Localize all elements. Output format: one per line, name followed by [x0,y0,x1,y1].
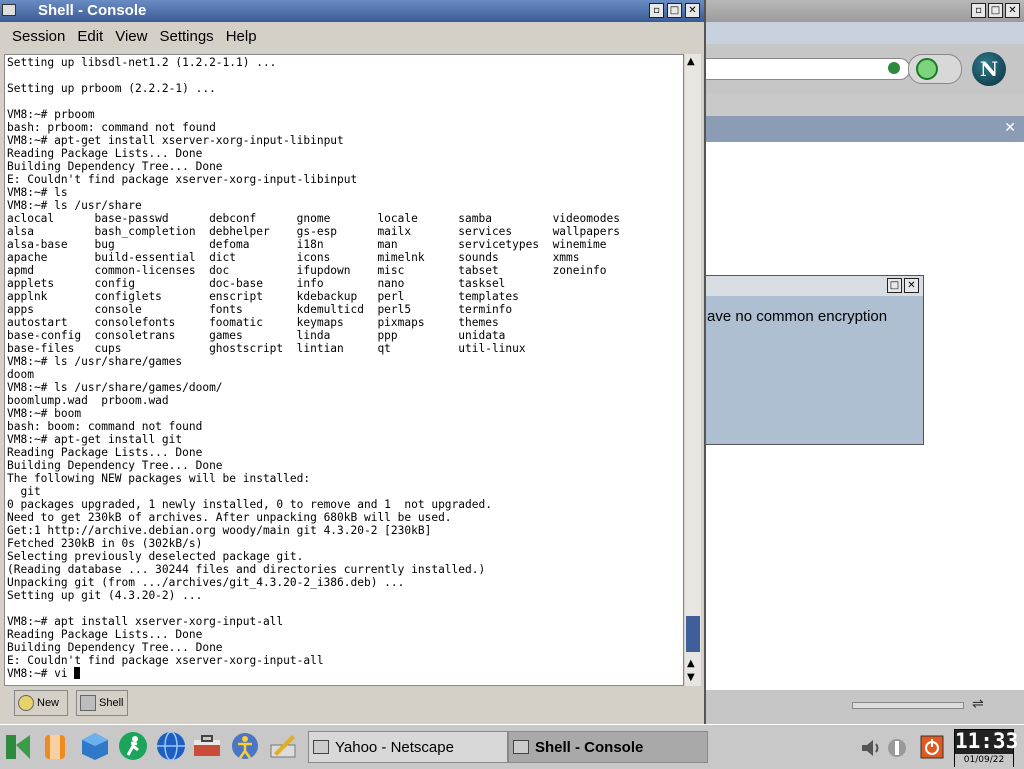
new-session-label: New [37,697,60,709]
close-button[interactable]: ✕ [1005,3,1020,18]
dialog-titlebar[interactable]: □ ✕ [701,276,923,296]
go-button[interactable] [908,54,962,84]
minimize-button[interactable]: ▫ [649,3,664,18]
scroll-thumb[interactable] [686,616,700,652]
network-icon[interactable] [886,737,908,759]
globe-icon[interactable] [156,731,186,761]
speaker-icon[interactable] [860,737,882,759]
console-window: Shell - Console ▫ □ ✕ Session Edit View … [0,0,706,724]
dialog-maximize-button[interactable]: □ [887,278,902,293]
window-title: Shell - Console [38,2,147,19]
netscape-window-icon [313,740,329,754]
accessibility-icon[interactable] [230,731,260,761]
menu-bar: Session Edit View Settings Help [0,22,704,52]
shell-icon [80,695,96,711]
dialog-close-button[interactable]: ✕ [904,278,919,293]
window-menu-icon[interactable] [2,4,16,16]
search-icon [916,58,938,80]
security-icon[interactable] [888,62,900,74]
close-icon[interactable]: ✕ [1004,120,1016,136]
console-window-icon [513,740,529,754]
progress-slider [852,702,964,709]
tab-shell-label: Shell [99,697,124,709]
clock-time: 11:33 [955,729,1019,753]
dialog-message: ave no common encryption [707,308,888,325]
maximize-button[interactable]: □ [667,3,682,18]
terminal-output: Setting up libsdl-net1.2 (1.2.2-1.1) ...… [7,56,620,680]
minimize-button[interactable]: ▫ [971,3,986,18]
menu-session[interactable]: Session [0,22,71,52]
tab-shell[interactable]: Shell [76,690,128,716]
location-bar: N [700,44,1024,94]
maximize-button[interactable]: □ [988,3,1003,18]
console-titlebar[interactable]: Shell - Console ▫ □ ✕ [0,0,704,22]
task-label: Yahoo - Netscape [335,738,454,756]
url-input[interactable] [704,58,910,80]
menu-view[interactable]: View [109,22,153,52]
task-label: Shell - Console [535,738,644,756]
netscape-titlebar[interactable]: ▫ □ ✕ [700,0,1024,22]
clock-date: 01/09/22 [955,754,1013,767]
scroll-down-icon[interactable]: ▼ [687,672,695,683]
runner-icon[interactable] [118,731,148,761]
menu-settings[interactable]: Settings [153,22,219,52]
connection-icon: ⇌ [972,696,984,712]
k-menu-icon[interactable] [4,731,34,761]
menu-edit[interactable]: Edit [71,22,109,52]
task-shell-console[interactable]: Shell - Console [508,731,708,763]
vertical-scrollbar[interactable]: ▲ ▲ ▼ [685,54,701,686]
task-yahoo-netscape[interactable]: Yahoo - Netscape [308,731,508,763]
home-cube-icon[interactable] [80,731,110,761]
clock[interactable]: 11:33 01/09/22 [954,729,1019,767]
toolbox-icon[interactable] [192,731,222,761]
netscape-logo[interactable]: N [972,52,1006,86]
session-tab-bar: New Shell [0,688,704,720]
encryption-dialog: □ ✕ ave no common encryption [700,275,924,445]
new-session-button[interactable]: New [14,690,68,716]
scroll-up-small-icon[interactable]: ▲ [687,658,695,669]
menu-help[interactable]: Help [220,22,263,52]
power-icon[interactable] [920,735,944,759]
taskbar: Yahoo - Netscape Shell - Console 11:33 0… [0,724,1024,769]
close-button[interactable]: ✕ [685,3,700,18]
scroll-up-icon[interactable]: ▲ [687,56,695,67]
lifebuoy-icon[interactable] [40,731,70,761]
text-cursor [74,667,81,679]
editor-icon[interactable] [268,731,298,761]
status-bar: ⇌ [700,690,1024,724]
netscape-toolbar [700,22,1024,44]
new-session-icon [18,695,34,711]
terminal-area[interactable]: Setting up libsdl-net1.2 (1.2.2-1.1) ...… [4,54,684,686]
sidebar-strip: ✕ [700,116,1024,142]
